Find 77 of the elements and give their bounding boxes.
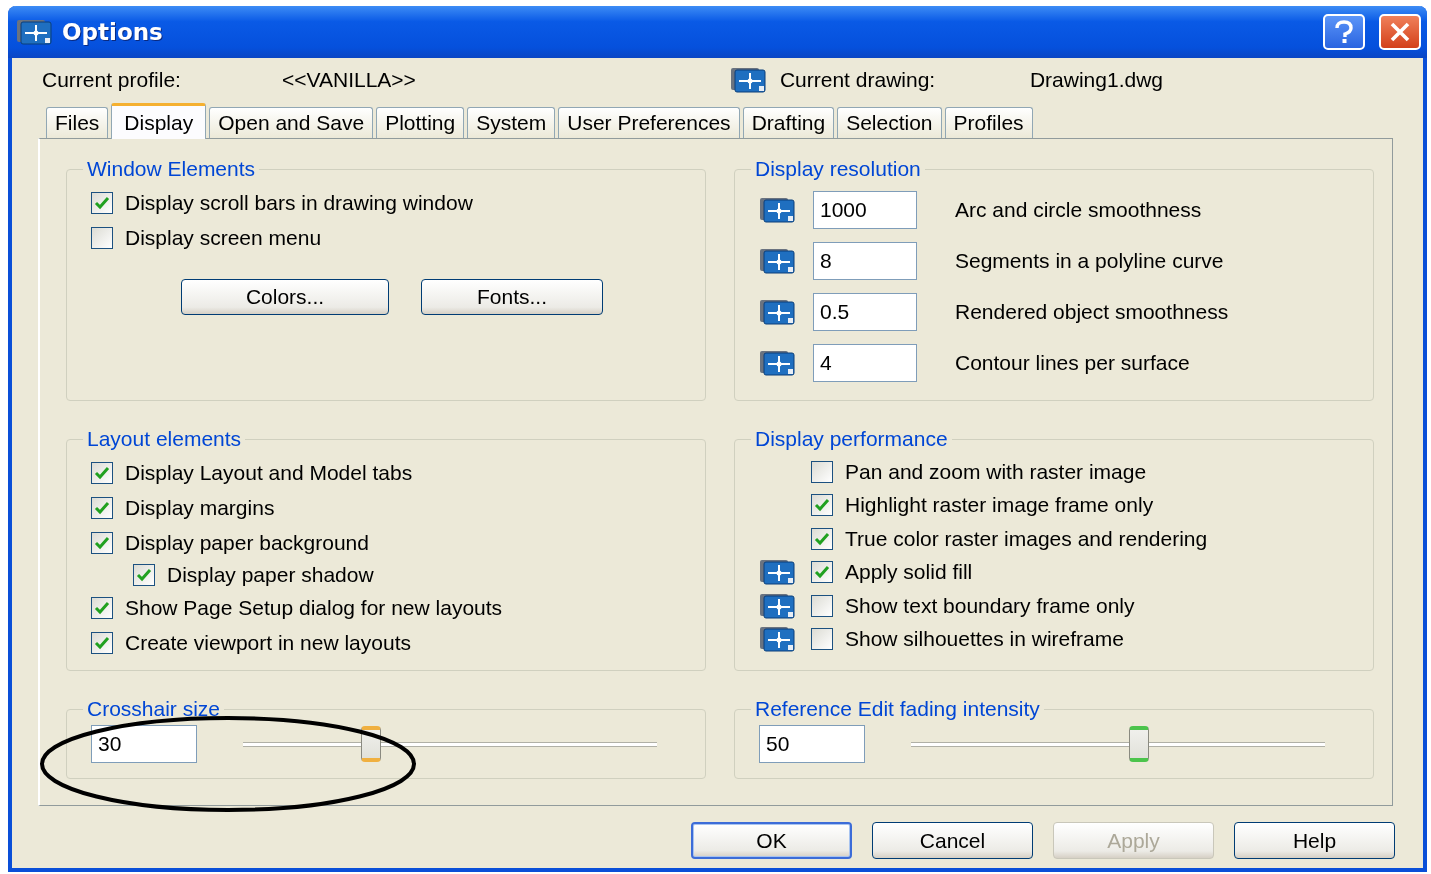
checkbox-label[interactable]: Display paper shadow [167,563,374,587]
dialog-button[interactable]: Fonts... [421,279,603,315]
tab[interactable]: Display [111,103,207,139]
checkbox[interactable] [91,596,113,619]
dialog-button[interactable]: Colors... [181,279,389,315]
input-field[interactable]: 0.5 [813,293,917,331]
tab[interactable]: Plotting [376,107,465,138]
input-field[interactable]: 4 [813,344,917,382]
app-icon [16,19,52,45]
checkbox[interactable] [91,531,113,554]
dialog-button[interactable]: Help [1234,822,1395,859]
window-title: Options [62,19,163,45]
field-label: Arc and circle smoothness [955,198,1202,222]
checkbox-label[interactable]: True color raster images and rendering [845,526,1208,551]
checkbox[interactable] [811,460,833,483]
checkbox-label[interactable]: Show Page Setup dialog for new layouts [125,595,503,620]
dialog-button[interactable]: OK [691,822,852,859]
close-icon [1389,21,1411,43]
checkbox[interactable] [91,226,113,249]
drawing-setting-icon [759,626,795,653]
dialog-button[interactable]: Cancel [872,822,1033,859]
group-title: Layout elements [86,427,243,451]
tab[interactable]: Selection [837,107,942,138]
checkbox-label[interactable]: Apply solid fill [845,560,973,585]
checkbox-label[interactable]: Show silhouettes in wireframe [845,627,1124,652]
tab[interactable]: System [467,107,556,138]
checkbox[interactable] [91,191,113,214]
drawing-setting-icon [759,299,795,325]
field-label: Segments in a polyline curve [955,249,1224,273]
checkbox[interactable] [91,461,113,484]
profile-name: <<VANILLA>> [282,68,416,92]
group-title: Crosshair size [86,697,222,721]
field-label: Rendered object smoothness [955,300,1229,324]
checkbox-label[interactable]: Display Layout and Model tabs [125,460,413,485]
group-title: Display resolution [754,157,922,181]
drawing-setting-icon [759,197,795,223]
close-button[interactable] [1379,14,1421,50]
group-title: Display performance [754,427,949,451]
slider-thumb[interactable] [1128,726,1149,762]
input-field[interactable]: 8 [813,242,917,280]
field-label: Contour lines per surface [955,351,1190,375]
question-mark-icon [1333,20,1355,44]
checkbox[interactable] [91,496,113,519]
checkbox[interactable] [811,628,833,651]
group-title: Window Elements [86,157,257,181]
drawing-label: Current drawing: [779,68,937,92]
drawing-setting-icon [759,248,795,274]
drawing-setting-icon [759,559,795,586]
group-title: Reference Edit fading intensity [754,697,1041,721]
checkbox-label[interactable]: Highlight raster image frame only [845,493,1154,518]
drawing-name: Drawing1.dwg [1029,68,1163,92]
checkbox-label[interactable]: Display screen menu [125,225,322,250]
tab[interactable]: Profiles [944,107,1033,138]
input-field[interactable]: 1000 [813,191,917,229]
drawing-setting-icon [759,350,795,376]
checkbox-label[interactable]: Show text boundary frame only [845,593,1135,618]
checkbox[interactable] [811,594,833,617]
checkbox-label[interactable]: Display scroll bars in drawing window [125,190,473,215]
tab[interactable]: Files [46,107,109,138]
checkbox[interactable] [811,527,833,550]
checkbox-label[interactable]: Display margins [125,495,275,520]
checkbox[interactable] [91,631,113,654]
drawing-setting-icon [729,67,766,93]
checkbox[interactable] [811,494,833,517]
tab[interactable]: Open and Save [209,107,374,138]
checkbox[interactable] [133,564,155,586]
checkbox-label[interactable]: Display paper background [125,530,369,555]
checkbox[interactable] [811,561,833,584]
drawing-setting-icon [759,592,795,619]
profile-label: Current profile: [41,68,182,92]
help-button[interactable] [1323,14,1365,50]
input-field[interactable]: 30 [91,725,197,763]
checkbox-label[interactable]: Pan and zoom with raster image [845,459,1147,484]
tab[interactable]: Drafting [742,107,835,138]
input-field[interactable]: 50 [759,725,865,763]
tab[interactable]: User Preferences [558,107,740,138]
checkbox-label[interactable]: Create viewport in new layouts [125,630,411,655]
